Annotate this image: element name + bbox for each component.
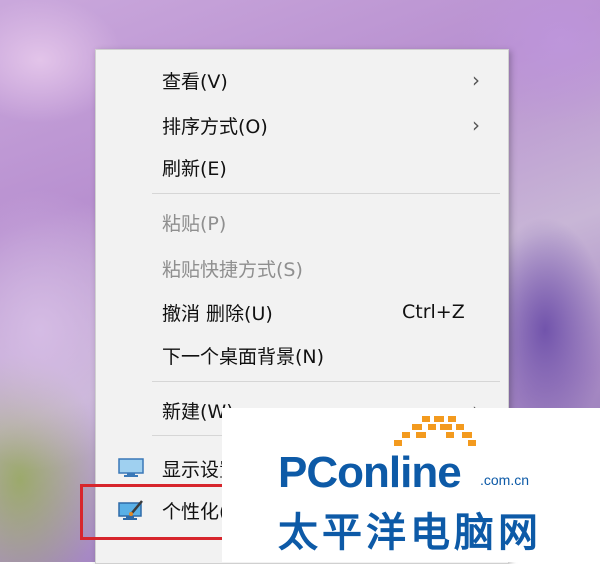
menu-item-label: 查看(V): [162, 70, 228, 93]
watermark-brand: PConline: [278, 448, 462, 497]
menu-item-label: 刷新(E): [162, 157, 227, 180]
menu-item-paste-shortcut[interactable]: 粘贴快捷方式(S): [96, 248, 508, 288]
menu-separator: [152, 193, 500, 194]
menu-item-label: 粘贴(P): [162, 212, 227, 235]
display-settings-icon: [118, 458, 144, 478]
menu-item-view[interactable]: 查看(V) ›: [96, 60, 508, 100]
watermark-chinese-name: 太平洋电脑网: [278, 510, 542, 556]
watermark: PConline .com.cn 太平洋电脑网: [222, 408, 600, 562]
submenu-arrow-icon: ›: [472, 113, 480, 137]
menu-separator: [152, 381, 500, 382]
watermark-domain: .com.cn: [480, 472, 530, 488]
submenu-arrow-icon: ›: [472, 68, 480, 92]
menu-item-paste[interactable]: 粘贴(P): [96, 202, 508, 242]
menu-item-shortcut: Ctrl+Z: [402, 301, 465, 323]
menu-item-label: 排序方式(O): [162, 115, 268, 138]
menu-item-undo-delete[interactable]: 撤消 删除(U) Ctrl+Z: [96, 292, 508, 332]
menu-item-next-background[interactable]: 下一个桌面背景(N): [96, 335, 508, 375]
watermark-logo: PConline: [278, 448, 462, 498]
menu-item-label: 撤消 删除(U): [162, 302, 273, 325]
menu-item-sort-by[interactable]: 排序方式(O) ›: [96, 105, 508, 145]
menu-item-refresh[interactable]: 刷新(E): [96, 147, 508, 187]
menu-item-label: 粘贴快捷方式(S): [162, 258, 303, 281]
menu-item-label: 下一个桌面背景(N): [162, 345, 325, 368]
